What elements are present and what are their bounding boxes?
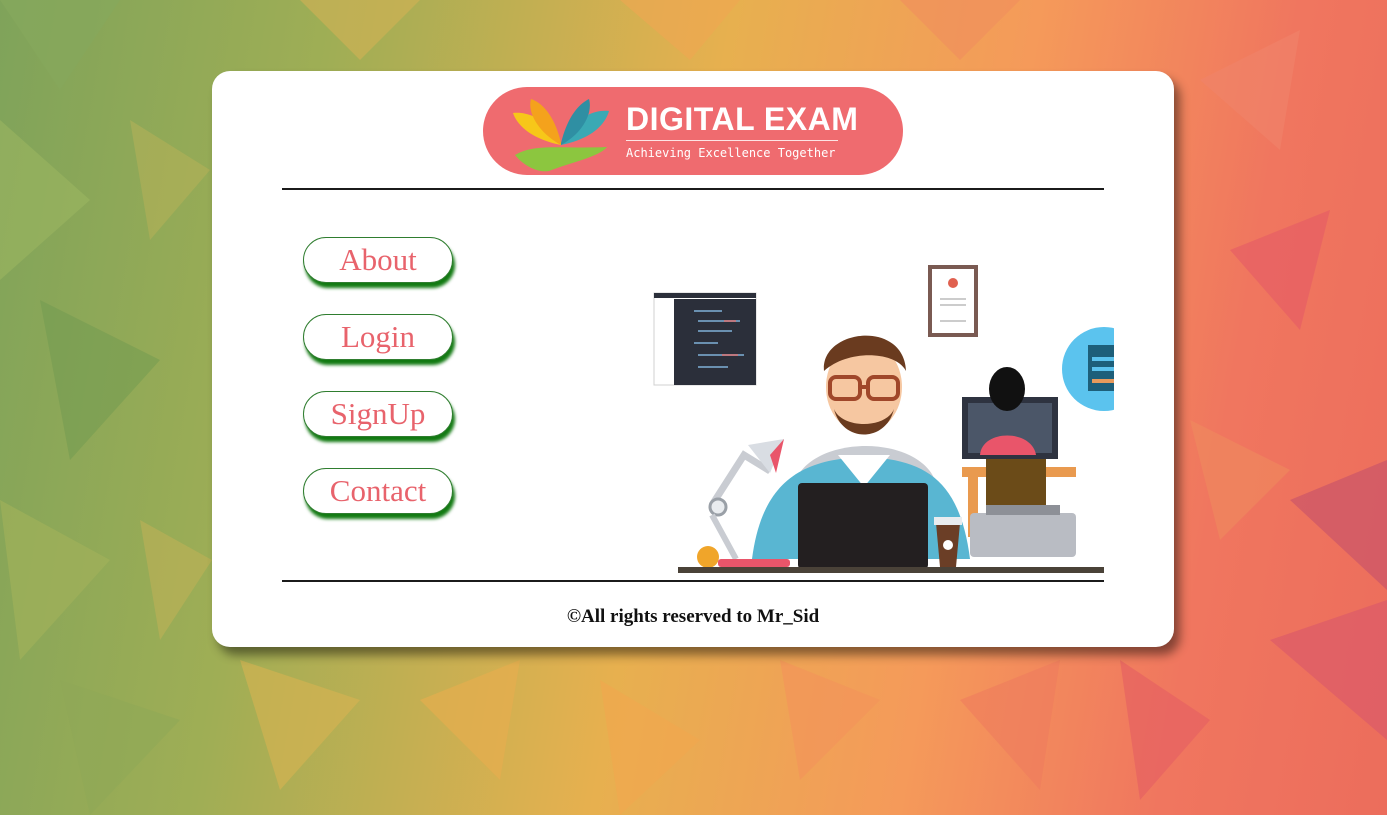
open-book-hand-icon	[513, 99, 609, 172]
login-button[interactable]: Login	[303, 314, 453, 360]
header-divider	[282, 188, 1104, 190]
signup-button[interactable]: SignUp	[303, 391, 453, 437]
about-button[interactable]: About	[303, 237, 453, 283]
footer-copyright: ©All rights reserved to Mr_Sid	[566, 606, 820, 627]
logo-title: DIGITAL EXAM	[626, 101, 859, 137]
logo-tagline: Achieving Excellence Together	[626, 146, 836, 160]
contact-button[interactable]: Contact	[303, 468, 453, 514]
developer-workspace-illustration	[653, 265, 1114, 573]
main-card: DIGITAL EXAM Achieving Excellence Togeth…	[212, 71, 1174, 647]
digital-exam-logo: DIGITAL EXAM Achieving Excellence Togeth…	[483, 87, 903, 175]
footer-divider	[282, 580, 1104, 582]
logo-divider	[626, 140, 838, 141]
nav-menu: About Login SignUp Contact	[303, 237, 453, 545]
